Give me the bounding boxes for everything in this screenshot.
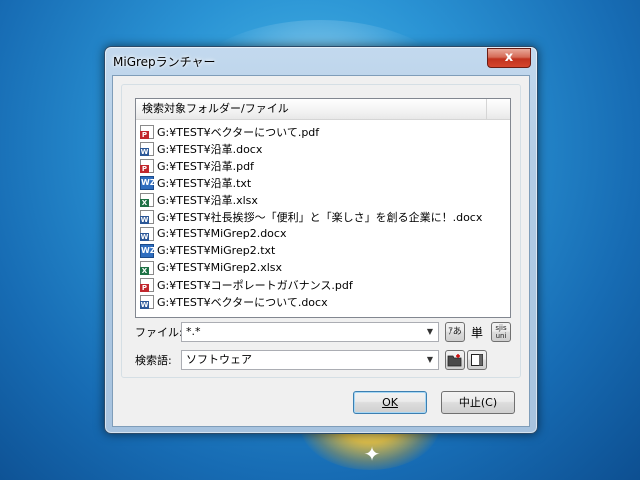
- kana-toggle-button[interactable]: ｱあ: [445, 322, 465, 342]
- list-item[interactable]: W G:¥TEST¥MiGrep2.docx: [140, 225, 482, 242]
- encoding-toggle-button[interactable]: sjis uni: [491, 322, 511, 342]
- file-filter-value: *.*: [186, 325, 201, 338]
- list-item-label: G:¥TEST¥ベクターについて.docx: [157, 295, 328, 309]
- list-item-label: G:¥TEST¥沿革.pdf: [157, 159, 254, 173]
- excel-file-icon: X: [140, 260, 154, 275]
- wallpaper-sparkle: ✦: [363, 442, 381, 466]
- chevron-down-icon[interactable]: ▼: [422, 323, 438, 341]
- list-item-label: G:¥TEST¥MiGrep2.xlsx: [157, 261, 283, 274]
- window-title: MiGrepランチャー: [113, 55, 216, 69]
- search-term-label: 検索語:: [135, 354, 172, 367]
- file-type-badge: W: [140, 232, 149, 241]
- list-item-label: G:¥TEST¥コーポレートガバナンス.pdf: [157, 278, 353, 292]
- list-item-label: G:¥TEST¥MiGrep2.docx: [157, 227, 287, 240]
- search-term-combo[interactable]: ソフトウェア ▼: [181, 350, 439, 370]
- list-item-label: G:¥TEST¥沿革.txt: [157, 176, 252, 190]
- add-folder-button[interactable]: [445, 350, 465, 370]
- chevron-down-icon[interactable]: ▼: [422, 351, 438, 369]
- panel-toggle-button[interactable]: [467, 350, 487, 370]
- word-file-icon: W: [140, 209, 154, 224]
- list-rows: P G:¥TEST¥ベクターについて.pdf W G:¥TEST¥沿革.docx P G:…: [140, 123, 482, 310]
- encoding-sjis-text: sjis: [495, 324, 507, 332]
- file-type-badge: WZ: [141, 177, 156, 187]
- list-item[interactable]: X G:¥TEST¥MiGrep2.xlsx: [140, 259, 482, 276]
- list-item-label: G:¥TEST¥MiGrep2.txt: [157, 244, 276, 257]
- word-file-icon: W: [140, 294, 154, 309]
- list-item[interactable]: W G:¥TEST¥沿革.docx: [140, 140, 482, 157]
- encoding-uni-text: uni: [495, 332, 507, 340]
- text-file-icon: WZ: [140, 175, 156, 190]
- list-item[interactable]: P G:¥TEST¥コーポレートガバナンス.pdf: [140, 276, 482, 293]
- column-header-target[interactable]: 検索対象フォルダー/ファイル: [136, 99, 487, 119]
- ok-button-label: OK: [382, 396, 398, 409]
- file-type-badge: W: [140, 300, 149, 309]
- list-item[interactable]: P G:¥TEST¥沿革.pdf: [140, 157, 482, 174]
- file-type-badge: WZ: [141, 245, 156, 255]
- dialog-client-area: 検索対象フォルダー/ファイル P G:¥TEST¥ベクターについて.pdf W G:¥…: [112, 75, 530, 427]
- list-item[interactable]: X G:¥TEST¥沿革.xlsx: [140, 191, 482, 208]
- list-item[interactable]: W G:¥TEST¥社長挨拶～「便利」と「楽しさ」を創る企業に！.docx: [140, 208, 482, 225]
- list-header: 検索対象フォルダー/ファイル: [136, 99, 510, 120]
- folder-add-icon: [447, 354, 462, 367]
- list-item-label: G:¥TEST¥ベクターについて.pdf: [157, 125, 320, 139]
- pdf-file-icon: P: [140, 158, 154, 173]
- ok-button[interactable]: OK: [353, 391, 427, 414]
- file-type-badge: P: [140, 164, 149, 173]
- list-item-label: G:¥TEST¥沿革.docx: [157, 142, 263, 156]
- panel-icon: [471, 354, 483, 366]
- word-file-icon: W: [140, 226, 154, 241]
- file-type-badge: P: [140, 130, 149, 139]
- search-term-value: ソフトウェア: [186, 353, 252, 366]
- file-type-badge: W: [140, 147, 149, 156]
- list-item-label: G:¥TEST¥社長挨拶～「便利」と「楽しさ」を創る企業に！.docx: [157, 210, 483, 224]
- list-item[interactable]: W G:¥TEST¥ベクターについて.docx: [140, 293, 482, 310]
- file-filter-combo[interactable]: *.* ▼: [181, 322, 439, 342]
- pdf-file-icon: P: [140, 124, 154, 139]
- list-item[interactable]: WZ G:¥TEST¥沿革.txt: [140, 174, 482, 191]
- file-type-badge: P: [140, 283, 149, 292]
- excel-file-icon: X: [140, 192, 154, 207]
- word-file-icon: W: [140, 141, 154, 156]
- list-item-label: G:¥TEST¥沿革.xlsx: [157, 193, 258, 207]
- migrep-launcher-window: MiGrepランチャー x 検索対象フォルダー/ファイル P G:¥TEST¥ベク…: [104, 46, 538, 434]
- file-type-badge: X: [140, 198, 149, 207]
- word-unit-label: 単: [471, 326, 484, 340]
- close-button[interactable]: x: [487, 48, 531, 68]
- list-item[interactable]: WZ G:¥TEST¥MiGrep2.txt: [140, 242, 482, 259]
- list-item[interactable]: P G:¥TEST¥ベクターについて.pdf: [140, 123, 482, 140]
- text-file-icon: WZ: [140, 243, 156, 258]
- pdf-file-icon: P: [140, 277, 154, 292]
- cancel-button[interactable]: 中止(C): [441, 391, 515, 414]
- file-filter-label: ファイル:: [135, 326, 183, 339]
- file-type-badge: X: [140, 266, 149, 275]
- file-type-badge: W: [140, 215, 149, 224]
- target-file-list[interactable]: 検索対象フォルダー/ファイル P G:¥TEST¥ベクターについて.pdf W G:¥…: [135, 98, 511, 318]
